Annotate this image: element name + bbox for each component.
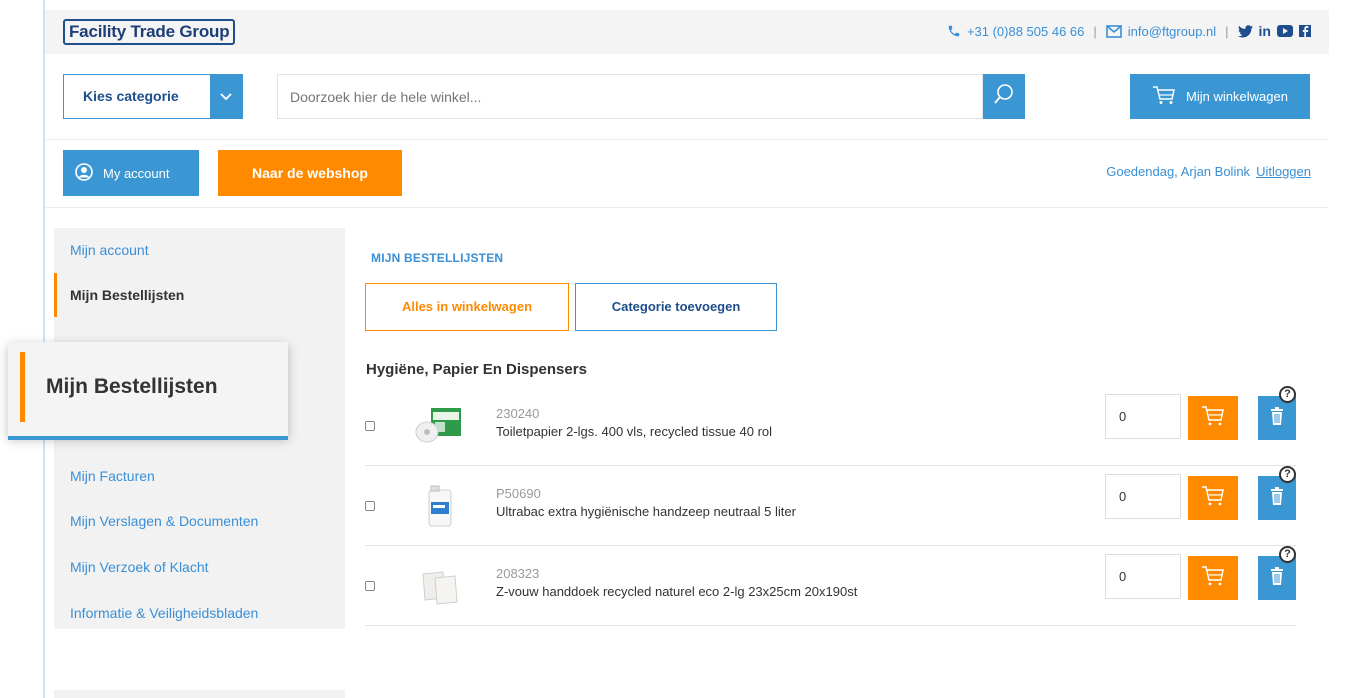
product-name[interactable]: Toiletpapier 2-lgs. 400 vls, recycled ti… <box>496 424 772 439</box>
twitter-icon[interactable] <box>1237 24 1253 38</box>
quantity-input[interactable]: 0 <box>1105 554 1181 599</box>
trash-icon <box>1270 566 1284 590</box>
site-logo[interactable]: Facility Trade Group <box>63 19 236 45</box>
search-row: Kies categorie Mijn winkelwagen <box>45 54 1329 140</box>
divider: | <box>1225 23 1229 39</box>
webshop-button[interactable]: Naar de webshop <box>218 150 402 196</box>
logout-link[interactable]: Uitloggen <box>1256 164 1311 179</box>
my-account-button[interactable]: My account <box>63 150 199 196</box>
product-checkbox[interactable] <box>365 581 375 591</box>
greeting: Goedendag, Arjan Bolink Uitloggen <box>1106 164 1311 179</box>
all-to-cart-button[interactable]: Alles in winkelwagen <box>365 283 569 331</box>
product-image <box>413 404 463 448</box>
product-row: P50690 Ultrabac extra hygiënische handze… <box>365 466 1296 546</box>
help-icon[interactable]: ? <box>1279 386 1296 403</box>
product-checkbox[interactable] <box>365 421 375 431</box>
product-sku: 230240 <box>496 406 540 421</box>
search-input[interactable] <box>278 75 982 118</box>
sidebar-item-my-account[interactable]: Mijn account <box>54 228 345 272</box>
phone-icon <box>947 24 961 38</box>
cart-button[interactable]: Mijn winkelwagen <box>1130 74 1310 119</box>
product-image <box>413 484 463 528</box>
product-checkbox[interactable] <box>365 501 375 511</box>
category-select-label: Kies categorie <box>83 88 179 104</box>
category-select[interactable]: Kies categorie <box>63 74 243 119</box>
product-row: 208323 Z-vouw handdoek recycled naturel … <box>365 546 1296 626</box>
sidebar-item-safety-sheets[interactable]: Informatie & Veiligheidsbladen <box>54 591 345 635</box>
search-icon <box>993 83 1015 110</box>
account-row: My account Naar de webshop Goedendag, Ar… <box>45 140 1329 208</box>
product-name[interactable]: Z-vouw handdoek recycled naturel eco 2-l… <box>496 584 857 599</box>
mail-icon <box>1105 24 1122 38</box>
cart-icon <box>1201 485 1225 512</box>
cart-icon <box>1152 85 1176 108</box>
greeting-text: Goedendag, Arjan Bolink <box>1106 164 1251 179</box>
my-account-label: My account <box>103 165 170 181</box>
chevron-down-icon[interactable] <box>210 75 242 118</box>
delete-button[interactable] <box>1258 556 1296 600</box>
divider: | <box>1093 23 1097 39</box>
sidebar-item-request[interactable]: Mijn Verzoek of Klacht <box>54 545 345 589</box>
top-bar: Facility Trade Group +31 (0)88 505 46 66… <box>45 10 1329 54</box>
trash-icon <box>1270 406 1284 430</box>
zoom-underline <box>8 436 288 440</box>
sidebar-item-invoices[interactable]: Mijn Facturen <box>54 454 345 498</box>
youtube-icon[interactable] <box>1277 25 1293 37</box>
add-to-cart-button[interactable] <box>1188 396 1238 440</box>
linkedin-icon[interactable]: in <box>1259 23 1271 39</box>
product-row: 230240 Toiletpapier 2-lgs. 400 vls, recy… <box>365 386 1296 466</box>
active-indicator <box>20 352 25 422</box>
add-category-button[interactable]: Categorie toevoegen <box>575 283 777 331</box>
user-icon <box>75 162 93 184</box>
help-icon[interactable]: ? <box>1279 546 1296 563</box>
cart-button-label: Mijn winkelwagen <box>1186 89 1288 104</box>
delete-button[interactable] <box>1258 476 1296 520</box>
page-title: MIJN BESTELLIJSTEN <box>371 251 504 265</box>
quantity-input[interactable]: 0 <box>1105 474 1181 519</box>
facebook-icon[interactable] <box>1299 25 1311 37</box>
sidebar-item-order-lists[interactable]: Mijn Bestellijsten <box>54 273 345 317</box>
add-to-cart-button[interactable] <box>1188 556 1238 600</box>
contact-info: +31 (0)88 505 46 66 | info@ftgroup.nl | … <box>947 23 1311 39</box>
product-image <box>413 564 463 608</box>
phone-number[interactable]: +31 (0)88 505 46 66 <box>967 24 1084 39</box>
cart-icon <box>1201 565 1225 592</box>
trash-icon <box>1270 486 1284 510</box>
sidebar-lower-panel <box>54 690 345 698</box>
add-to-cart-button[interactable] <box>1188 476 1238 520</box>
zoom-callout: Mijn Bestellijsten <box>8 342 288 440</box>
help-icon[interactable]: ? <box>1279 466 1296 483</box>
product-name[interactable]: Ultrabac extra hygiënische handzeep neut… <box>496 504 796 519</box>
search-button[interactable] <box>983 74 1025 119</box>
sidebar-item-reports[interactable]: Mijn Verslagen & Documenten <box>54 499 345 543</box>
search-box <box>277 74 983 119</box>
delete-button[interactable] <box>1258 396 1296 440</box>
cart-icon <box>1201 405 1225 432</box>
product-sku: 208323 <box>496 566 540 581</box>
product-sku: P50690 <box>496 486 541 501</box>
category-group-title: Hygiëne, Papier En Dispensers <box>366 361 587 378</box>
email-link[interactable]: info@ftgroup.nl <box>1128 24 1216 39</box>
zoom-callout-label: Mijn Bestellijsten <box>46 375 218 398</box>
quantity-input[interactable]: 0 <box>1105 394 1181 439</box>
